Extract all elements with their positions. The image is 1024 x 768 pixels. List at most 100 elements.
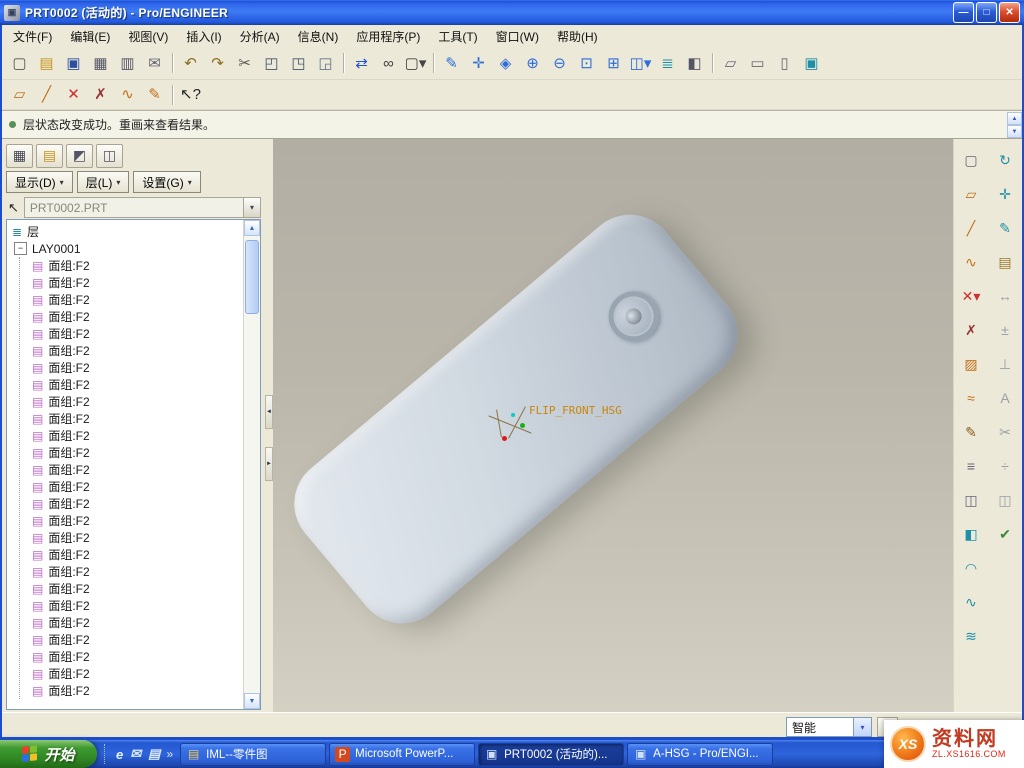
select-region-icon[interactable]: ▢ xyxy=(957,146,985,173)
menu-item[interactable]: 窗口(W) xyxy=(487,25,548,48)
layer-tree-item[interactable]: ▤ 面组:F2 xyxy=(32,393,243,410)
menu-item[interactable]: 插入(I) xyxy=(177,25,230,48)
combo-dropdown-icon[interactable] xyxy=(243,198,260,217)
orient-icon[interactable]: ◈ xyxy=(493,51,518,76)
modify-icon[interactable]: ± xyxy=(991,316,1019,343)
display-menu-button[interactable]: 显示(D) xyxy=(6,171,73,193)
restore-button[interactable]: □ xyxy=(976,2,997,23)
layer-tree-item[interactable]: ▤ 面组:F2 xyxy=(32,359,243,376)
close-button[interactable]: ✕ xyxy=(999,2,1020,23)
accept-icon[interactable]: ✔ xyxy=(991,520,1019,547)
collapse-icon[interactable]: − xyxy=(14,242,27,255)
offset-tool-icon[interactable]: ≡ xyxy=(957,452,985,479)
revolve-tool-icon[interactable]: ◠ xyxy=(957,554,985,581)
layer-tree-item[interactable]: ▤ 面组:F2 xyxy=(32,546,243,563)
expand-panel-button[interactable] xyxy=(265,447,273,481)
hatch-tool-icon[interactable]: ▨ xyxy=(957,350,985,377)
text-tool-icon[interactable]: A xyxy=(991,384,1019,411)
blend-tool-icon[interactable]: ≋ xyxy=(957,622,985,649)
zoom-box-icon[interactable]: ⊞ xyxy=(601,51,626,76)
selection-filter-combobox[interactable]: 智能 xyxy=(786,717,872,737)
open-file-icon[interactable]: ▤ xyxy=(34,51,59,76)
datum-axis-tool-icon[interactable]: ╱ xyxy=(957,214,985,241)
task-iml-folder[interactable]: ▤ IML--零件图 xyxy=(180,743,326,766)
layer-menu-button[interactable]: 层(L) xyxy=(77,171,130,193)
collapse-panel-button[interactable] xyxy=(265,395,273,429)
constraint-icon[interactable]: ⊥ xyxy=(991,350,1019,377)
save-icon[interactable]: ▣ xyxy=(61,51,86,76)
layer-tree-view-icon[interactable]: ▦ xyxy=(6,144,33,168)
menu-item[interactable]: 工具(T) xyxy=(429,25,486,48)
pan-view-icon[interactable]: ✛ xyxy=(991,180,1019,207)
layer-tree-item[interactable]: ▤ 面组:F2 xyxy=(32,274,243,291)
sketch-plane-icon[interactable]: ▱ xyxy=(7,82,32,107)
annotate-icon[interactable]: ✎ xyxy=(991,214,1019,241)
refit-icon[interactable]: ⊡ xyxy=(574,51,599,76)
task-prt0002[interactable]: ▣ PRT0002 (活动的)... xyxy=(478,743,624,766)
layer-tree-item[interactable]: ▤ 面组:F2 xyxy=(32,478,243,495)
tree-scroll-down-button[interactable] xyxy=(244,693,260,709)
divide-tool-icon[interactable]: ÷ xyxy=(991,452,1019,479)
tree-scroll-up-button[interactable] xyxy=(244,220,260,236)
layer-tree-item[interactable]: ▤ 面组:F2 xyxy=(32,665,243,682)
datum-point-icon[interactable]: ✕ xyxy=(61,82,86,107)
datum-planes-toggle-icon[interactable]: ▱ xyxy=(718,51,743,76)
menu-item[interactable]: 帮助(H) xyxy=(548,25,607,48)
layer-tree-item[interactable]: ▤ 面组:F2 xyxy=(32,597,243,614)
send-model-icon[interactable]: ✉ xyxy=(142,51,167,76)
undo-icon[interactable]: ↶ xyxy=(178,51,203,76)
new-file-icon[interactable]: ▢ xyxy=(7,51,32,76)
layer-tree-item[interactable]: ▤ 面组:F2 xyxy=(32,512,243,529)
datum-axis-icon[interactable]: ╱ xyxy=(34,82,59,107)
layer-tree-item[interactable]: ▤ 面组:F2 xyxy=(32,563,243,580)
datum-csys-tool-icon[interactable]: ✗ xyxy=(957,316,985,343)
copy-icon[interactable]: ◰ xyxy=(259,51,284,76)
find-icon[interactable]: ∞ xyxy=(376,51,401,76)
tree-scrollbar[interactable] xyxy=(243,220,260,709)
saved-views-icon[interactable]: ◫▾ xyxy=(628,51,653,76)
regenerate-icon[interactable]: ⇄ xyxy=(349,51,374,76)
layer-tree-item[interactable]: ▤ 面组:F2 xyxy=(32,682,243,699)
zoom-out-icon[interactable]: ⊖ xyxy=(547,51,572,76)
start-button[interactable]: 开始 xyxy=(0,740,97,768)
layer-tree-root[interactable]: ≣ 层 xyxy=(12,223,243,240)
paste-special-icon[interactable]: ◲ xyxy=(313,51,338,76)
datum-curve-icon[interactable]: ∿ xyxy=(115,82,140,107)
paste-icon[interactable]: ◳ xyxy=(286,51,311,76)
message-scroll-up-button[interactable] xyxy=(1007,112,1022,125)
layer-tree-item[interactable]: ▤ 面组:F2 xyxy=(32,427,243,444)
datum-plane-tool-icon[interactable]: ▱ xyxy=(957,180,985,207)
layer-tree-item[interactable]: ▤ 面组:F2 xyxy=(32,342,243,359)
minimize-button[interactable]: — xyxy=(953,2,974,23)
layer-tree-item[interactable]: ▤ 面组:F2 xyxy=(32,325,243,342)
layer-tree-item[interactable]: ▤ 面组:F2 xyxy=(32,461,243,478)
menu-item[interactable]: 编辑(E) xyxy=(61,25,119,48)
sweep-tool-icon[interactable]: ∿ xyxy=(957,588,985,615)
layer-tree-item[interactable]: ▤ 面组:F2 xyxy=(32,308,243,325)
layers-icon[interactable]: ≣ xyxy=(655,51,680,76)
layer-tree-item[interactable]: ▤ 面组:F2 xyxy=(32,614,243,631)
view-manager-icon[interactable]: ◧ xyxy=(682,51,707,76)
layer-tree-item[interactable]: ▤ 面组:F2 xyxy=(32,631,243,648)
datum-point-tool-icon[interactable]: ✕▾ xyxy=(957,282,985,309)
menu-item[interactable]: 信息(N) xyxy=(289,25,348,48)
datum-points-toggle-icon[interactable]: ▯ xyxy=(772,51,797,76)
task-ahsg[interactable]: ▣ A-HSG - Pro/ENGI... xyxy=(627,743,773,766)
context-help-icon[interactable]: ↖? xyxy=(178,82,203,107)
menu-item[interactable]: 视图(V) xyxy=(119,25,177,48)
sketch-icon[interactable]: ✎ xyxy=(142,82,167,107)
mirror-tool-icon[interactable]: ◫ xyxy=(957,486,985,513)
layer-tree-item[interactable]: ▤ 面组:F2 xyxy=(32,376,243,393)
selection-combobox[interactable]: PRT0002.PRT xyxy=(24,197,261,218)
layer-tree-item[interactable]: ▤ 面组:F2 xyxy=(32,410,243,427)
trim-tool-icon[interactable]: ✂ xyxy=(991,418,1019,445)
quicklaunch-chevron-icon[interactable]: » xyxy=(166,747,173,761)
layer-folder-icon[interactable]: ▤ xyxy=(36,144,63,168)
show-desktop-icon[interactable]: ▤ xyxy=(148,746,160,762)
tree-scroll-thumb[interactable] xyxy=(245,240,259,314)
sketch-tool-icon[interactable]: ✎ xyxy=(957,418,985,445)
curve-through-points-icon[interactable]: ≈ xyxy=(957,384,985,411)
3d-viewport[interactable]: FLIP_FRONT_HSG xyxy=(273,139,953,712)
panel-splitter[interactable] xyxy=(265,139,273,712)
csys-toggle-icon[interactable]: ▣ xyxy=(799,51,824,76)
